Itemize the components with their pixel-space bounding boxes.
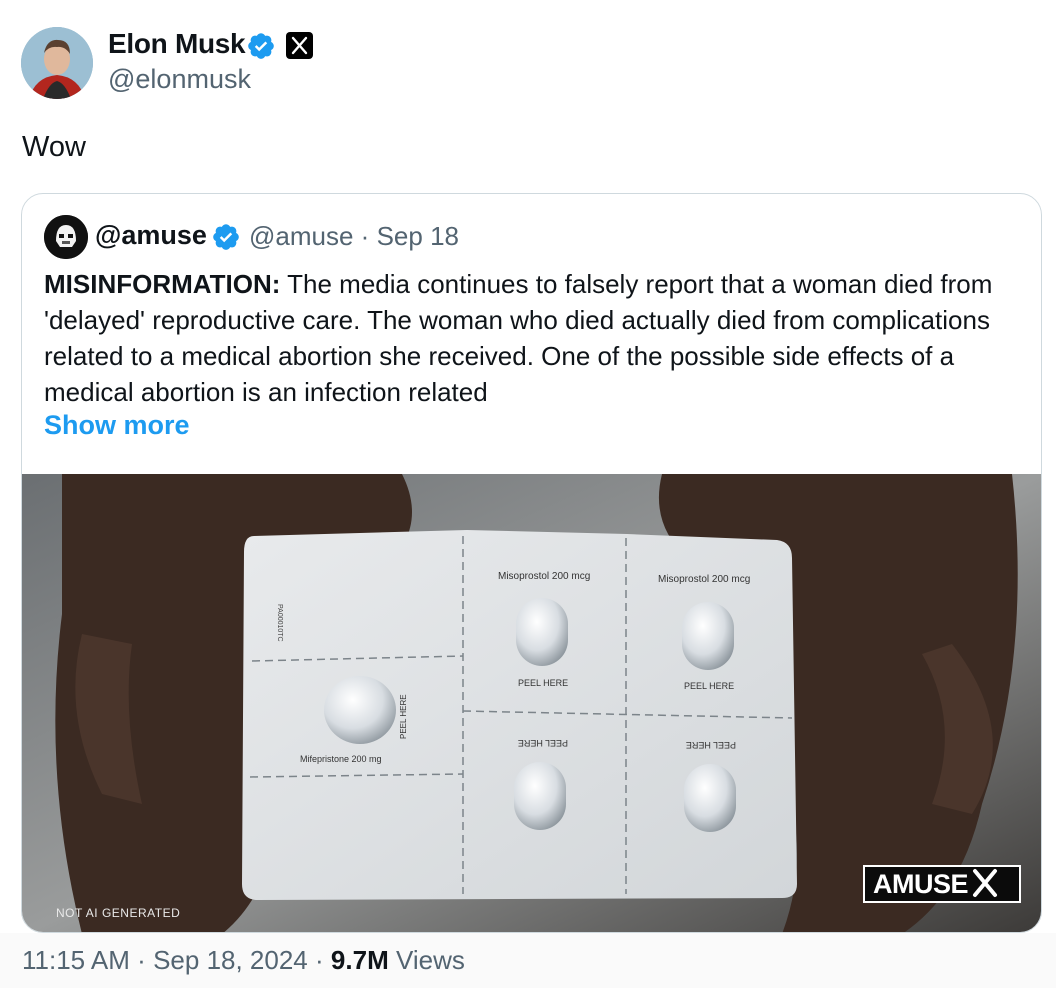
tweet-date[interactable]: Sep 18, 2024 xyxy=(153,945,308,975)
quoted-avatar[interactable] xyxy=(44,215,88,259)
tweet-time[interactable]: 11:15 AM xyxy=(22,945,130,975)
pack-label-top-1: Misoprostol 200 mcg xyxy=(498,571,590,582)
author-handle[interactable]: @elonmusk xyxy=(108,64,251,95)
avatar[interactable] xyxy=(21,27,93,99)
tweet-timestamp: 11:15 AM · Sep 18, 2024 · 9.7M Views xyxy=(22,945,465,976)
quoted-media-image[interactable]: Misoprostol 200 mcg Misoprostol 200 mcg … xyxy=(22,474,1041,932)
pack-label-left: Mifepristone 200 mg xyxy=(300,754,382,764)
amuse-logo-text: AMUSE xyxy=(873,869,969,899)
footer-separator-2: · xyxy=(315,945,324,975)
pack-peel-3: PEEL HERE xyxy=(518,738,568,748)
views-label: Views xyxy=(395,945,465,975)
amuse-x-icon xyxy=(970,868,1000,898)
quoted-lead: MISINFORMATION: xyxy=(44,269,281,299)
meta-separator: · xyxy=(360,221,370,251)
pack-peel-2: PEEL HERE xyxy=(684,681,734,691)
footer-separator-1: · xyxy=(137,945,146,975)
quoted-verified-badge-icon xyxy=(213,224,239,250)
avatar-image xyxy=(21,27,93,99)
quoted-text: MISINFORMATION: The media continues to f… xyxy=(44,266,1029,410)
quoted-meta: @amuse · Sep 18 xyxy=(249,221,459,252)
pack-peel-1: PEEL HERE xyxy=(518,678,568,688)
pack-side-code: PA00010TC xyxy=(276,604,283,642)
views-count: 9.7M xyxy=(330,945,389,975)
pack-label-top-2: Misoprostol 200 mcg xyxy=(658,574,750,585)
media-watermark: NOT AI GENERATED xyxy=(56,906,181,920)
quoted-author-handle[interactable]: @amuse xyxy=(249,221,353,251)
tweet-text: Wow xyxy=(22,131,86,163)
quoted-author-name[interactable]: @amuse xyxy=(95,220,207,251)
author-name[interactable]: Elon Musk xyxy=(108,28,246,60)
amuse-logo: AMUSE xyxy=(863,865,1021,903)
x-logo-icon xyxy=(286,32,313,59)
quoted-avatar-image xyxy=(44,215,88,259)
pack-peel-4: PEEL HERE xyxy=(686,740,736,750)
quoted-date[interactable]: Sep 18 xyxy=(377,221,459,251)
quoted-tweet-card[interactable]: @amuse @amuse · Sep 18 MISINFORMATION: T… xyxy=(21,193,1042,933)
show-more-link[interactable]: Show more xyxy=(44,410,190,441)
pack-peel-side: PEEL HERE xyxy=(399,694,408,739)
verified-badge-icon xyxy=(248,33,274,59)
